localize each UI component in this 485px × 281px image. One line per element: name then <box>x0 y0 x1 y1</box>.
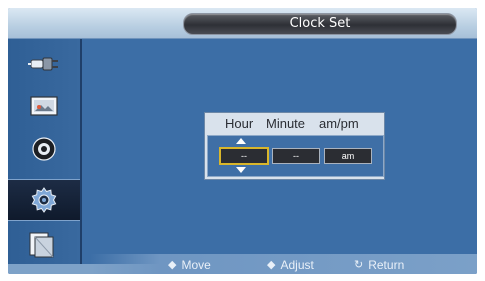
sidebar-item-picture[interactable] <box>14 88 74 123</box>
clock-set-dialog: Hour Minute am/pm -- -- am <box>204 112 385 180</box>
return-label: Return <box>368 258 405 272</box>
ampm-field[interactable]: am <box>324 148 372 164</box>
hour-field[interactable]: -- <box>219 147 269 165</box>
return-hint: ↻ Return <box>354 258 404 272</box>
multi-window-icon <box>27 231 61 259</box>
dialog-fields: -- -- am <box>207 135 384 177</box>
ampm-header: am/pm <box>319 116 359 131</box>
page-title: Clock Set <box>183 13 457 35</box>
minute-header: Minute <box>266 116 306 131</box>
minute-field[interactable]: -- <box>272 148 320 164</box>
setup-gear-icon <box>27 186 61 214</box>
adjust-hint: ◆ Adjust <box>267 258 314 272</box>
arrow-down-icon[interactable] <box>236 167 246 173</box>
input-plug-icon <box>27 49 61 77</box>
arrow-up-icon[interactable] <box>236 138 246 144</box>
adjust-icon: ◆ <box>267 259 276 271</box>
move-hint: ◆ Move <box>168 258 211 272</box>
adjust-label: Adjust <box>280 258 314 272</box>
sidebar-item-input[interactable] <box>14 45 74 80</box>
hour-header: Hour <box>225 116 254 131</box>
dialog-header: Hour Minute am/pm <box>205 113 384 135</box>
return-icon: ↻ <box>354 259 364 271</box>
sound-icon <box>27 135 61 163</box>
sidebar-item-multi-window[interactable] <box>14 227 74 262</box>
sidebar-item-sound[interactable] <box>14 131 74 166</box>
move-icon: ◆ <box>168 259 177 271</box>
picture-icon <box>27 92 61 120</box>
sidebar <box>8 39 82 264</box>
sidebar-item-setup[interactable] <box>8 179 80 221</box>
move-label: Move <box>181 258 211 272</box>
title-bar: Clock Set <box>8 8 477 39</box>
osd-screen: Clock Set Hour Minute am/pm -- -- am ◆ M… <box>8 8 477 274</box>
